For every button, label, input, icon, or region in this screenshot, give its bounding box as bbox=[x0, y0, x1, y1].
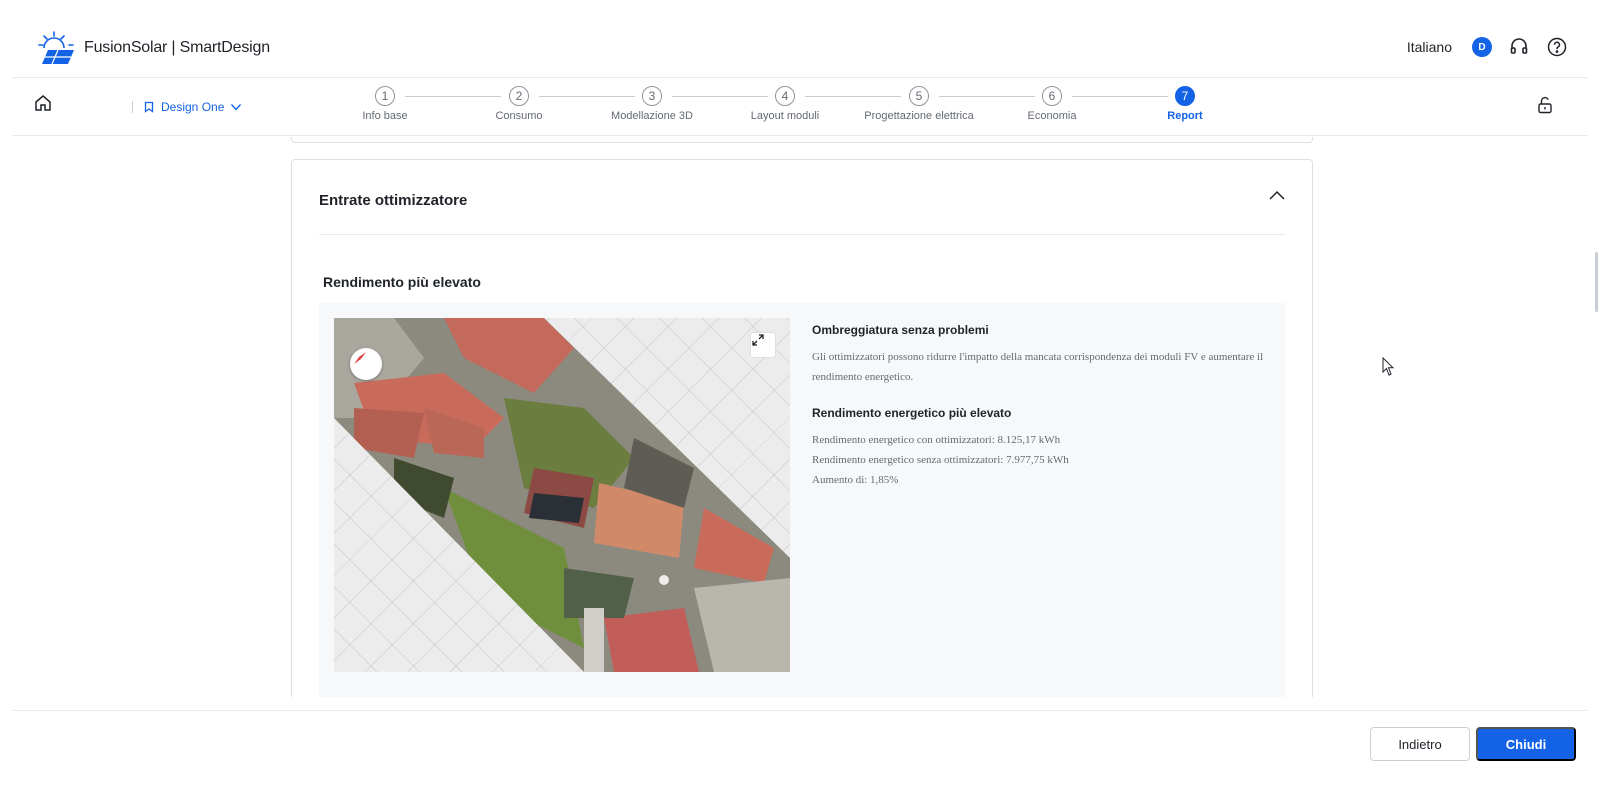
mouse-cursor-icon bbox=[1382, 356, 1396, 382]
yield-without-optimizers: Rendimento energetico senza ottimizzator… bbox=[812, 454, 1069, 466]
section-title: Rendimento più elevato bbox=[323, 274, 481, 290]
yield-info: Ombreggiatura senza problemi Gli ottimiz… bbox=[812, 323, 1282, 490]
step-number: 2 bbox=[509, 86, 529, 106]
language-selector[interactable]: Italiano bbox=[1407, 39, 1452, 55]
yield-with-optimizers: Rendimento energetico con ottimizzatori:… bbox=[812, 434, 1061, 446]
step-layout-moduli[interactable]: 4 Layout moduli bbox=[715, 86, 855, 122]
wizard-stepper: 1 Info base 2 Consumo 3 Modellazione 3D … bbox=[12, 78, 1588, 136]
expand-icon[interactable] bbox=[750, 332, 776, 358]
step-number: 1 bbox=[375, 86, 395, 106]
step-consumo[interactable]: 2 Consumo bbox=[449, 86, 589, 122]
step-label: Consumo bbox=[495, 110, 543, 122]
app-title: FusionSolar | SmartDesign bbox=[84, 39, 270, 56]
step-label: Layout moduli bbox=[750, 110, 820, 122]
step-label: Report bbox=[1167, 110, 1203, 122]
project-nav: Design One 1 Info base 2 Consumo 3 Model… bbox=[12, 78, 1588, 136]
step-report[interactable]: 7 Report bbox=[1115, 86, 1255, 122]
close-button[interactable]: Chiudi bbox=[1476, 727, 1576, 761]
divider bbox=[319, 234, 1285, 235]
card-title: Entrate ottimizzatore bbox=[319, 192, 468, 209]
app-header: FusionSolar | SmartDesign Italiano D bbox=[12, 0, 1588, 78]
chevron-up-icon[interactable] bbox=[1268, 188, 1286, 206]
headset-icon[interactable] bbox=[1508, 36, 1530, 58]
footer-divider bbox=[12, 710, 1588, 711]
step-number: 5 bbox=[909, 86, 929, 106]
scrollbar[interactable] bbox=[1595, 252, 1598, 312]
step-label: Progettazione elettrica bbox=[864, 110, 974, 122]
user-avatar[interactable]: D bbox=[1472, 37, 1492, 57]
aerial-map[interactable] bbox=[334, 318, 790, 672]
step-label: Modellazione 3D bbox=[611, 110, 693, 122]
step-info-base[interactable]: 1 Info base bbox=[315, 86, 455, 122]
step-economia[interactable]: 6 Economia bbox=[982, 86, 1122, 122]
compass-icon[interactable] bbox=[350, 348, 382, 380]
back-button[interactable]: Indietro bbox=[1370, 727, 1470, 761]
step-number: 6 bbox=[1042, 86, 1062, 106]
help-icon[interactable] bbox=[1546, 36, 1568, 58]
step-modellazione-3d[interactable]: 3 Modellazione 3D bbox=[582, 86, 722, 122]
step-label: Economia bbox=[1027, 110, 1077, 122]
app-logo[interactable]: FusionSolar | SmartDesign bbox=[36, 30, 270, 66]
fusionsolar-logo-icon bbox=[38, 31, 74, 65]
aerial-imagery bbox=[334, 318, 790, 672]
step-progettazione-elettrica[interactable]: 5 Progettazione elettrica bbox=[849, 86, 989, 122]
unlock-icon[interactable] bbox=[1536, 96, 1554, 119]
optimizer-revenue-card: Entrate ottimizzatore Rendimento più ele… bbox=[291, 159, 1313, 697]
report-content: Entrate ottimizzatore Rendimento più ele… bbox=[0, 137, 1600, 697]
step-number: 4 bbox=[775, 86, 795, 106]
step-number: 7 bbox=[1175, 86, 1195, 106]
shading-description: Gli ottimizzatori possono ridurre l'impa… bbox=[812, 351, 1264, 383]
previous-card bbox=[291, 137, 1313, 143]
step-label: Info base bbox=[362, 110, 408, 122]
shading-title: Ombreggiatura senza problemi bbox=[812, 323, 989, 337]
energy-yield-title: Rendimento energetico più elevato bbox=[812, 406, 1012, 420]
yield-panel: Ombreggiatura senza problemi Gli ottimiz… bbox=[319, 303, 1285, 697]
yield-increase: Aumento di: 1,85% bbox=[812, 474, 899, 486]
step-number: 3 bbox=[642, 86, 662, 106]
